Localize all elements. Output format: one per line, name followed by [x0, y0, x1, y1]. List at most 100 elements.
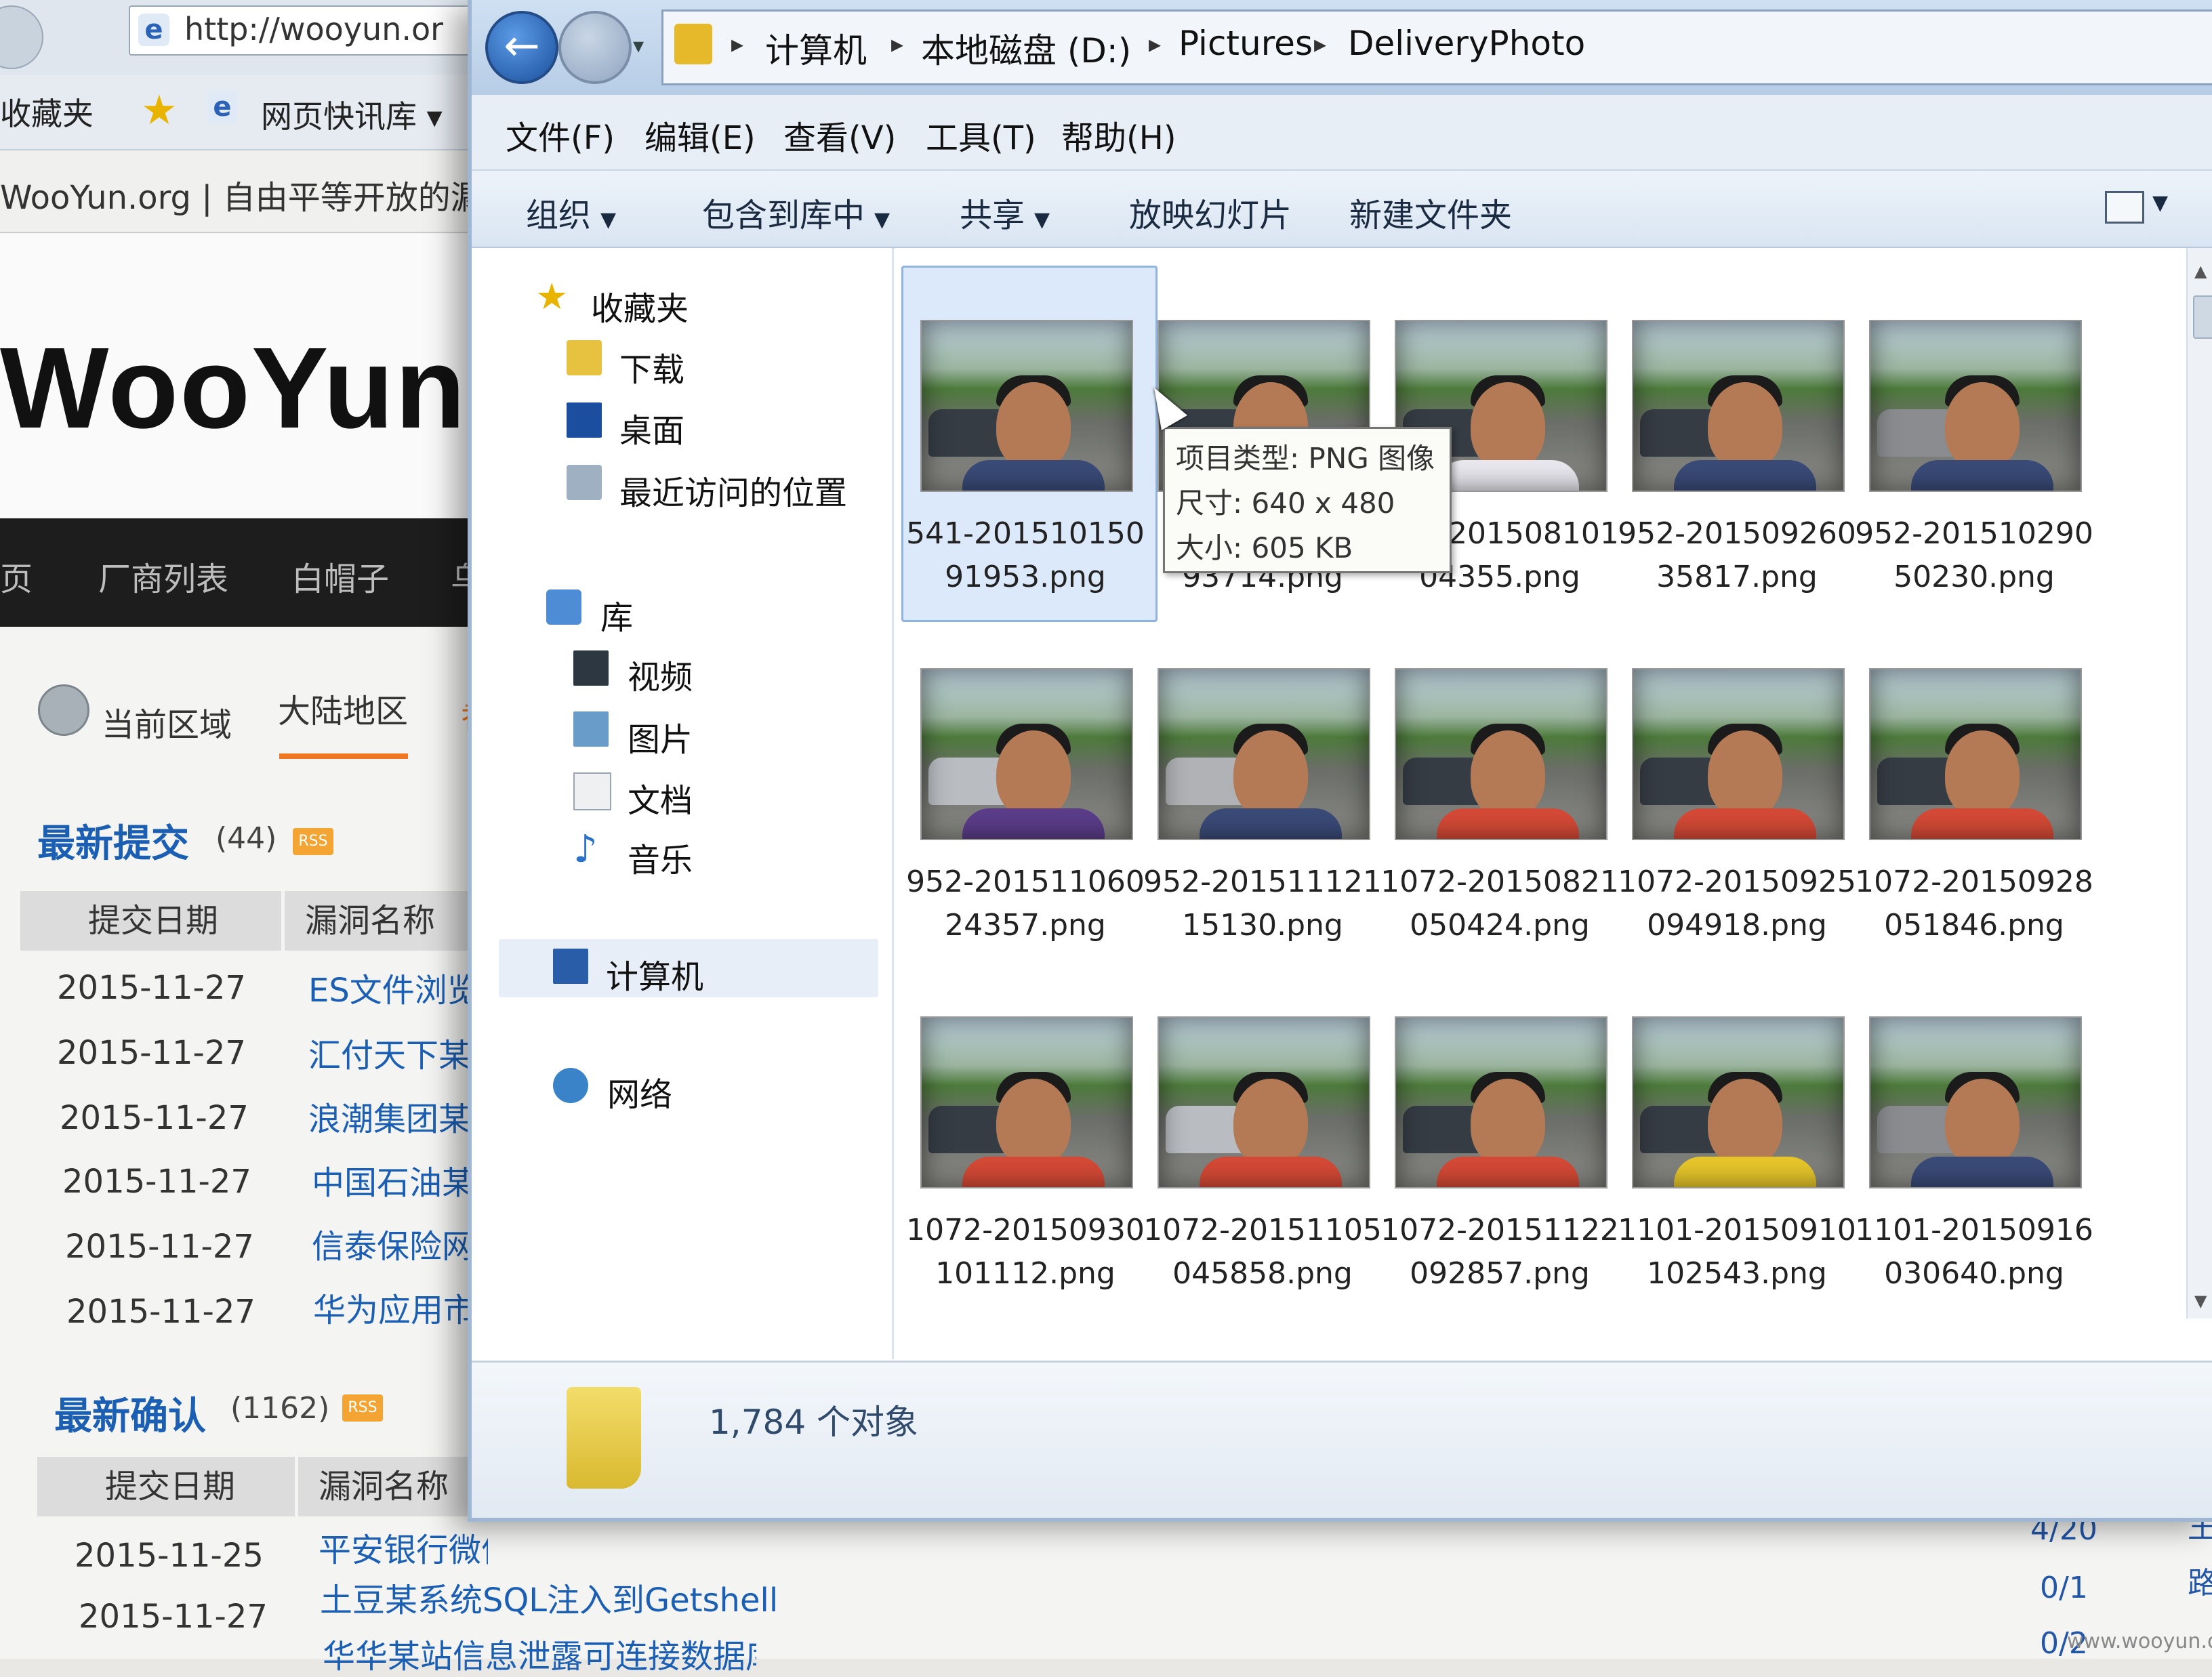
breadcrumb-drive-d[interactable]: 本地磁盘 (D:)	[921, 24, 1131, 73]
scrollbar-thumb[interactable]	[2193, 295, 2212, 339]
chevron-down-icon[interactable]: ▼	[2152, 191, 2168, 215]
chevron-right-icon[interactable]: ▸	[1314, 30, 1326, 58]
nav-network[interactable]: 网络	[607, 1068, 672, 1115]
photo-thumbnail[interactable]	[1632, 668, 1845, 840]
row-vuln-link[interactable]: 土豆某系统SQL注入到Getshell	[320, 1573, 794, 1621]
file-name-line: 1072-20150928	[1855, 865, 2093, 899]
menu-help[interactable]: 帮助(H)	[1061, 111, 1176, 159]
nav-documents[interactable]: 文档	[628, 774, 693, 821]
nav-videos[interactable]: 视频	[628, 650, 693, 698]
row-vuln-link[interactable]: 华华某站信息泄露可连接数据库	[323, 1630, 756, 1677]
row-author[interactable]: 路	[2188, 1558, 2212, 1602]
nav-downloads[interactable]: 下载	[619, 343, 684, 390]
ie-page-icon: e	[138, 14, 169, 46]
change-view-icon[interactable]	[2105, 191, 2144, 224]
file-name[interactable]: 952-201510290 50230.png	[1849, 512, 2100, 599]
scroll-up-arrow-icon[interactable]: ▲	[2194, 262, 2207, 281]
organize-label: 组织	[526, 196, 592, 234]
nav-recent-places[interactable]: 最近访问的位置	[619, 466, 847, 514]
nav-item-vendors[interactable]: 厂商列表	[98, 552, 228, 600]
file-name[interactable]: 1072-20151105 045858.png	[1137, 1209, 1388, 1296]
nav-pictures[interactable]: 图片	[628, 713, 693, 760]
photo-thumbnail[interactable]	[920, 1016, 1133, 1188]
file-name[interactable]: 952-201509260 35817.png	[1612, 512, 1862, 599]
include-in-library-button[interactable]: 包含到库中 ▼	[702, 188, 890, 236]
row-vuln-link[interactable]: 中国石油某分	[312, 1156, 488, 1203]
address-bar[interactable]: e http://wooyun.or	[129, 5, 470, 56]
menu-view[interactable]: 查看(V)	[783, 111, 896, 159]
row-vuln-link[interactable]: 浪潮集团某站	[308, 1092, 488, 1140]
favorites-label[interactable]: 收藏夹	[0, 89, 94, 134]
chevron-right-icon[interactable]: ▸	[891, 30, 903, 58]
row-vuln-link[interactable]: 信泰保险网上	[312, 1220, 488, 1267]
organize-button[interactable]: 组织 ▼	[526, 188, 616, 236]
row-vuln-link[interactable]: 平安银行微信	[319, 1523, 488, 1571]
chevron-down-icon: ▼	[874, 208, 890, 232]
file-name-line: 952-201509260	[1618, 516, 1856, 551]
row-vuln-link[interactable]: 汇付天下某站	[308, 1029, 488, 1076]
menu-tools[interactable]: 工具(T)	[926, 111, 1036, 159]
file-name[interactable]: 1072-20151122 092857.png	[1374, 1209, 1625, 1296]
file-name-line: 952-201511060	[906, 865, 1145, 899]
nav-item-home[interactable]: 页	[0, 552, 33, 600]
breadcrumb[interactable]: ▸ 计算机 ▸ 本地磁盘 (D:) ▸ Pictures ▸ DeliveryP…	[661, 9, 2212, 85]
breadcrumb-deliveryphoto[interactable]: DeliveryPhoto	[1348, 24, 1585, 63]
photo-thumbnail[interactable]	[1158, 1016, 1370, 1188]
photo-thumbnail[interactable]	[1632, 1016, 1845, 1188]
nav-music[interactable]: 音乐	[628, 833, 693, 881]
wooyun-logo[interactable]: WooYun	[0, 322, 467, 455]
folder-icon	[567, 1387, 641, 1489]
photo-thumbnail[interactable]	[1158, 668, 1370, 840]
nav-favorites[interactable]: 收藏夹	[591, 282, 689, 329]
file-name[interactable]: 1072-20150930 101112.png	[900, 1209, 1151, 1296]
photo-thumbnail[interactable]	[1869, 1016, 2082, 1188]
file-name[interactable]: 541-201510150 91953.png	[900, 512, 1151, 599]
row-date: 2015-11-27	[62, 1163, 251, 1201]
star-icon[interactable]: ★	[141, 87, 178, 134]
recent-pages-dropdown-icon[interactable]: ▾	[633, 33, 644, 58]
menu-file[interactable]: 文件(F)	[506, 111, 615, 159]
file-name[interactable]: 1101-20150916 030640.png	[1849, 1209, 2100, 1296]
nav-item-whitehats[interactable]: 白帽子	[291, 552, 389, 600]
scroll-down-arrow-icon[interactable]: ▼	[2194, 1291, 2207, 1310]
breadcrumb-pictures[interactable]: Pictures	[1179, 24, 1313, 63]
row-vuln-link[interactable]: 华为应用市场	[313, 1283, 488, 1331]
file-name[interactable]: 952-201511060 24357.png	[900, 861, 1151, 947]
new-folder-button[interactable]: 新建文件夹	[1349, 188, 1512, 236]
share-button[interactable]: 共享 ▼	[960, 188, 1050, 236]
web-slice-gallery-link[interactable]: 网页快讯库 ▾	[261, 92, 443, 137]
address-text[interactable]: http://wooyun.or	[184, 11, 443, 47]
row-vuln-link[interactable]: ES文件浏览器	[308, 964, 488, 1011]
file-name[interactable]: 1101-20150910 102543.png	[1612, 1209, 1862, 1296]
rss-icon[interactable]: RSS	[293, 828, 333, 855]
chevron-right-icon[interactable]: ▸	[1149, 30, 1161, 58]
menu-edit[interactable]: 编辑(E)	[644, 111, 756, 159]
rss-icon[interactable]: RSS	[342, 1394, 383, 1422]
nav-computer[interactable]: 计算机	[606, 950, 703, 997]
photo-thumbnail[interactable]	[1869, 320, 2082, 492]
forward-button[interactable]	[558, 11, 632, 84]
photo-thumbnail[interactable]	[920, 320, 1133, 492]
photo-thumbnail[interactable]	[1869, 668, 2082, 840]
nav-desktop[interactable]: 桌面	[619, 404, 684, 451]
photo-thumbnail[interactable]	[1632, 320, 1845, 492]
vertical-scrollbar[interactable]: ▲ ▼	[2186, 248, 2212, 1319]
file-name[interactable]: 1072-20150821 050424.png	[1374, 861, 1625, 947]
browser-back-button[interactable]	[0, 5, 43, 69]
region-tab-mainland[interactable]: 大陆地区	[278, 684, 408, 732]
photo-thumbnail[interactable]	[1395, 1016, 1607, 1188]
back-button[interactable]: ←	[485, 11, 558, 84]
file-name[interactable]: 1072-20150928 051846.png	[1849, 861, 2100, 947]
slideshow-button[interactable]: 放映幻灯片	[1129, 188, 1292, 236]
latest-submit-title[interactable]: 最新提交	[37, 813, 189, 868]
file-name[interactable]: 952-201511121 15130.png	[1137, 861, 1388, 947]
photo-thumbnail[interactable]	[920, 668, 1133, 840]
photo-thumbnail[interactable]	[1395, 668, 1607, 840]
explorer-address-area: ← ▾ ▸ 计算机 ▸ 本地磁盘 (D:) ▸ Pictures ▸ Deliv…	[472, 0, 2212, 95]
breadcrumb-computer[interactable]: 计算机	[765, 24, 867, 73]
file-name[interactable]: 1072-20150925 094918.png	[1612, 861, 1862, 947]
chevron-right-icon[interactable]: ▸	[731, 30, 743, 58]
nav-libraries[interactable]: 库	[600, 591, 633, 638]
latest-confirm-title[interactable]: 最新确认	[54, 1386, 206, 1441]
browser-tab-title[interactable]: WooYun.org | 自由平等开放的漏	[0, 171, 483, 218]
